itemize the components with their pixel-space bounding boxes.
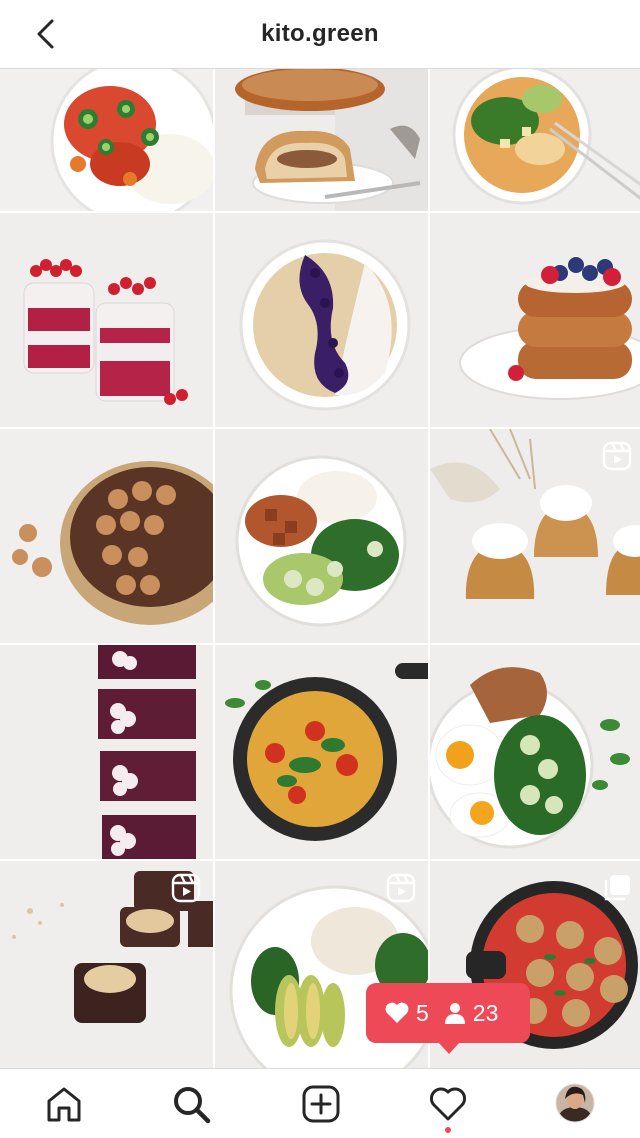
posts-grid (0, 69, 640, 1076)
heart-icon (385, 1002, 409, 1023)
post-tile[interactable] (0, 69, 213, 211)
post-tile[interactable] (0, 213, 213, 427)
home-icon (47, 1087, 81, 1122)
post-tile[interactable] (215, 69, 428, 211)
post-image (430, 69, 640, 211)
post-image (430, 213, 640, 427)
nav-add-post[interactable] (300, 1083, 342, 1125)
add-post-icon (302, 1085, 340, 1123)
followers-count-group: 23 (443, 999, 499, 1027)
post-image (0, 69, 213, 211)
carousel-badge-icon (604, 875, 630, 901)
reel-badge-icon (386, 873, 416, 903)
post-image (215, 69, 428, 211)
post-image (215, 645, 428, 859)
reel-badge-icon (171, 873, 201, 903)
activity-indicator-dot (445, 1127, 451, 1133)
post-tile[interactable] (430, 213, 640, 427)
reel-badge-icon (602, 441, 632, 471)
heart-icon (429, 1087, 467, 1121)
activity-notification-bubble[interactable]: 5 23 (366, 983, 530, 1054)
post-tile[interactable] (0, 861, 213, 1076)
post-image (0, 429, 213, 643)
post-image (0, 213, 213, 427)
post-tile[interactable] (430, 429, 640, 643)
nav-search[interactable] (170, 1083, 212, 1125)
post-tile[interactable] (430, 861, 640, 1076)
post-tile[interactable] (0, 429, 213, 643)
post-tile[interactable] (430, 645, 640, 859)
person-icon (444, 1003, 465, 1024)
search-icon (174, 1087, 211, 1124)
post-image (215, 213, 428, 427)
post-tile[interactable] (0, 645, 213, 859)
post-image (0, 645, 213, 859)
likes-count: 5 (416, 999, 429, 1026)
profile-avatar (555, 1083, 595, 1123)
post-tile[interactable] (215, 213, 428, 427)
post-tile[interactable] (215, 861, 428, 1076)
post-image (215, 429, 428, 643)
post-tile[interactable] (215, 429, 428, 643)
nav-activity[interactable] (427, 1083, 469, 1125)
header-bar: kito.green (0, 0, 640, 69)
post-tile[interactable] (430, 69, 640, 211)
bottom-navigation (0, 1068, 640, 1138)
nav-home[interactable] (43, 1083, 85, 1125)
followers-count: 23 (472, 999, 499, 1026)
profile-username-title: kito.green (261, 20, 379, 47)
post-image (430, 645, 640, 859)
likes-count-group: 5 (384, 1000, 429, 1027)
post-tile[interactable] (215, 645, 428, 859)
nav-profile[interactable] (555, 1083, 595, 1123)
